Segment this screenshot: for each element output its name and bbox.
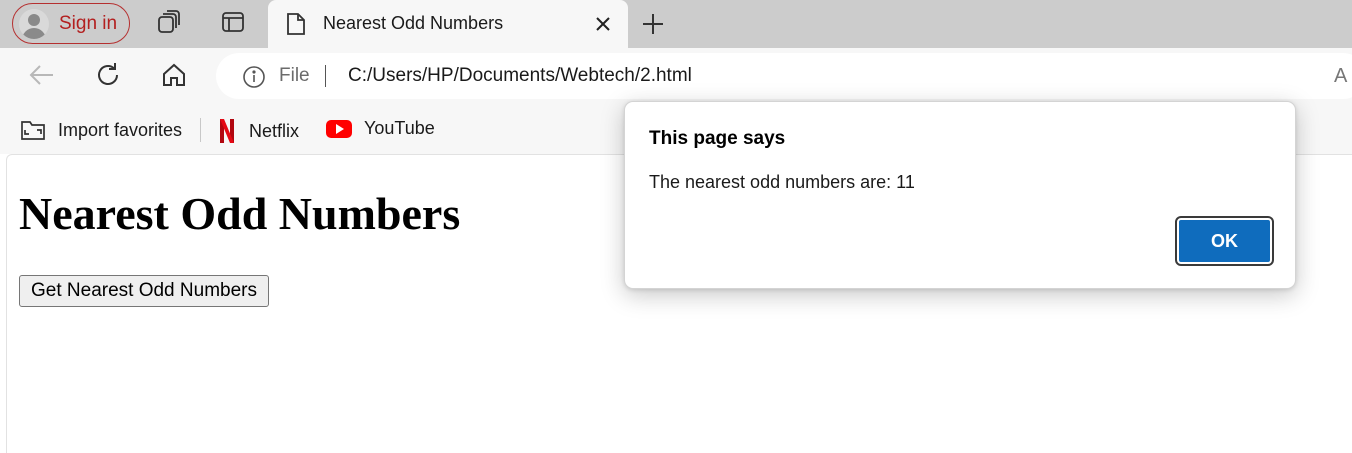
workspaces-icon: [156, 9, 182, 40]
site-info-icon[interactable]: [242, 65, 266, 94]
close-tab-icon[interactable]: [593, 14, 613, 34]
home-icon: [160, 61, 188, 94]
vertical-tabs-button[interactable]: [218, 9, 248, 39]
netflix-icon: [217, 118, 237, 144]
favorite-label: Import favorites: [58, 119, 183, 140]
read-aloud-icon[interactable]: A: [1334, 65, 1347, 88]
dialog-message: The nearest odd numbers are: 11: [649, 172, 915, 192]
page-title: Nearest Odd Numbers: [19, 188, 461, 239]
browser-toolbar: File C:/Users/HP/Documents/Webtech/2.htm…: [0, 48, 1352, 106]
scheme-label: File: [279, 65, 310, 86]
signin-label: Sign in: [59, 12, 118, 34]
refresh-icon: [94, 61, 122, 94]
address-bar[interactable]: File C:/Users/HP/Documents/Webtech/2.htm…: [216, 53, 1352, 99]
tab-nearest-odd-numbers[interactable]: Nearest Odd Numbers: [268, 0, 628, 48]
favorite-label: Netflix: [249, 120, 300, 141]
document-icon: [285, 12, 307, 41]
import-favorites-icon: [20, 118, 46, 142]
youtube-icon: [326, 119, 352, 139]
tab-title: Nearest Odd Numbers: [323, 13, 504, 33]
avatar: [19, 8, 49, 39]
refresh-button[interactable]: [91, 60, 125, 94]
back-arrow-icon: [27, 63, 55, 92]
ok-button[interactable]: OK: [1175, 216, 1274, 266]
url-text[interactable]: C:/Users/HP/Documents/Webtech/2.html: [348, 65, 692, 87]
back-button[interactable]: [24, 60, 58, 94]
profile-signin-button[interactable]: Sign in: [12, 3, 130, 44]
address-divider: [325, 65, 326, 87]
favorite-import[interactable]: Import favorites: [20, 118, 182, 142]
new-tab-icon[interactable]: [638, 9, 668, 39]
favorite-netflix[interactable]: Netflix: [217, 118, 299, 144]
tab-strip: Sign in Nearest Odd Numbers: [0, 0, 1352, 48]
favorites-divider: [200, 118, 201, 142]
get-nearest-odd-numbers-button[interactable]: Get Nearest Odd Numbers: [19, 275, 269, 307]
vertical-tabs-icon: [220, 9, 246, 40]
favorite-youtube[interactable]: YouTube: [326, 118, 435, 139]
favorite-label: YouTube: [364, 118, 435, 138]
alert-dialog: This page says The nearest odd numbers a…: [624, 101, 1296, 289]
workspaces-button[interactable]: [154, 9, 184, 39]
dialog-title: This page says: [649, 128, 786, 149]
home-button[interactable]: [157, 60, 191, 94]
